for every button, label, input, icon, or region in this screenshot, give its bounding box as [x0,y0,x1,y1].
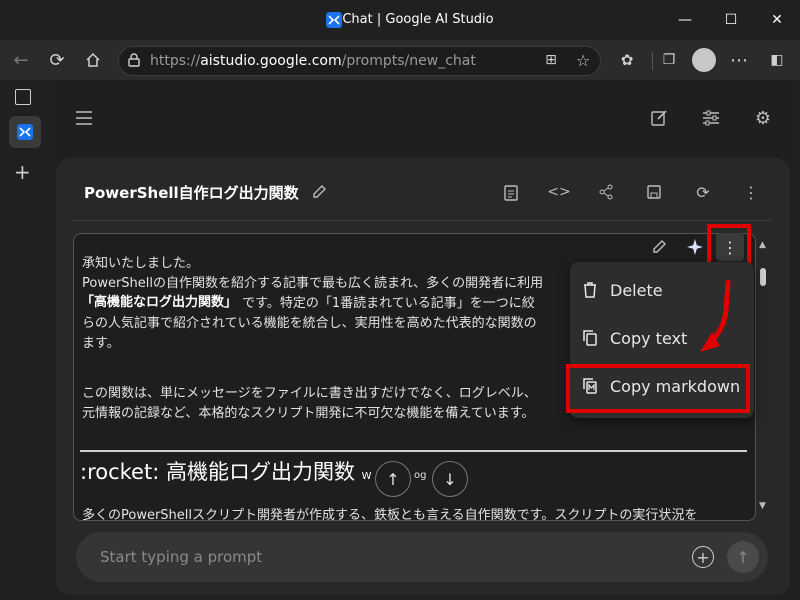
new-chat-edit-icon[interactable] [645,104,673,132]
menu-item-label: Copy text [610,328,688,348]
prompt-title: PowerShell自作ログ出力関数 [84,184,299,202]
add-media-icon[interactable]: + [692,546,714,568]
prompt-input-placeholder: Start typing a prompt [100,548,263,566]
sidebar-toggle-icon[interactable]: ◧ [762,46,792,74]
favorite-star-icon[interactable]: ☆ [568,46,598,74]
response-line: PowerShellの自作関数を紹介する記事で最も広く読まれ、多くの開発者に利用 [82,276,544,291]
close-window-button[interactable]: ✕ [754,6,800,34]
response-line: この関数は、単にメッセージをファイルに書き出すだけでなく、ログレベル、 [82,386,537,401]
clipboard-icon[interactable] [497,178,525,206]
annotation-arrow [700,280,731,352]
vertical-tab-rail [0,80,52,600]
response-line: 多くのPowerShellスクリプト開発者が作成する、鉄板とも言える自作関数です… [82,508,698,521]
rerun-sparkle-icon[interactable] [681,233,709,261]
heading-suffix: og [414,470,427,481]
toolbar-divider [652,52,653,70]
minimize-button[interactable]: — [662,6,708,34]
scroll-down-button[interactable]: ↓ [432,461,468,497]
trash-icon [584,282,596,298]
extensions-icon[interactable]: ✿ [612,46,642,74]
response-bold-text: 「高機能なログ出力関数」 [81,293,238,313]
response-line: 承知いたしました。 [82,256,200,271]
scrollbar-thumb[interactable] [760,268,766,286]
home-icon[interactable] [78,46,108,74]
ai-studio-tab-icon [17,124,33,140]
settings-gear-icon[interactable]: ⚙ [749,104,777,132]
site-info-icon[interactable] [126,52,142,72]
horizontal-rule [80,450,747,452]
header-divider [72,220,772,221]
response-line: ます。 [82,336,120,351]
response-more-options-icon[interactable]: ⋮ [716,233,744,261]
back-icon[interactable]: ← [6,46,36,74]
collections-icon[interactable]: ❐ [654,46,684,74]
edit-title-icon[interactable] [305,178,333,206]
scroll-up-arrow-icon[interactable]: ▲ [759,240,766,250]
send-button[interactable]: ↑ [727,541,759,573]
refresh-icon[interactable]: ⟳ [42,46,72,74]
response-line: 元情報の記録など、本格的なスクリプト開発に不可欠な機能を備えています。 [82,406,535,421]
scroll-up-button[interactable]: ↑ [375,461,411,497]
get-code-icon[interactable]: <> [545,178,573,206]
profile-avatar[interactable] [692,48,716,72]
scroll-down-arrow-icon[interactable]: ▼ [759,501,766,511]
save-icon[interactable] [640,178,668,206]
copy-icon [583,330,597,346]
menu-item-label: Delete [610,280,663,300]
menu-hamburger-icon[interactable] [70,104,98,132]
new-tab-icon[interactable]: + [14,160,31,184]
apps-icon[interactable]: ⊞ [536,46,566,74]
share-icon[interactable] [592,178,620,206]
response-line: らの人気記事で紹介されている機能を統合し、実用性を高めた代表的な関数の [82,316,537,331]
edit-response-icon[interactable] [645,233,673,261]
maximize-button[interactable]: ☐ [708,6,754,34]
tab-actions-icon[interactable] [15,89,31,105]
response-heading: :rocket: 高機能ログ出力関数 W [80,460,372,484]
more-options-icon[interactable]: ⋯ [724,46,754,74]
url-text: https://aistudio.google.com/prompts/new_… [150,53,476,69]
tab-ai-studio[interactable] [9,116,41,148]
copy-markdown-highlight [566,364,750,413]
tune-settings-icon[interactable] [697,104,725,132]
more-vert-icon[interactable]: ⋮ [737,178,765,206]
reset-icon[interactable]: ⟳ [689,178,717,206]
